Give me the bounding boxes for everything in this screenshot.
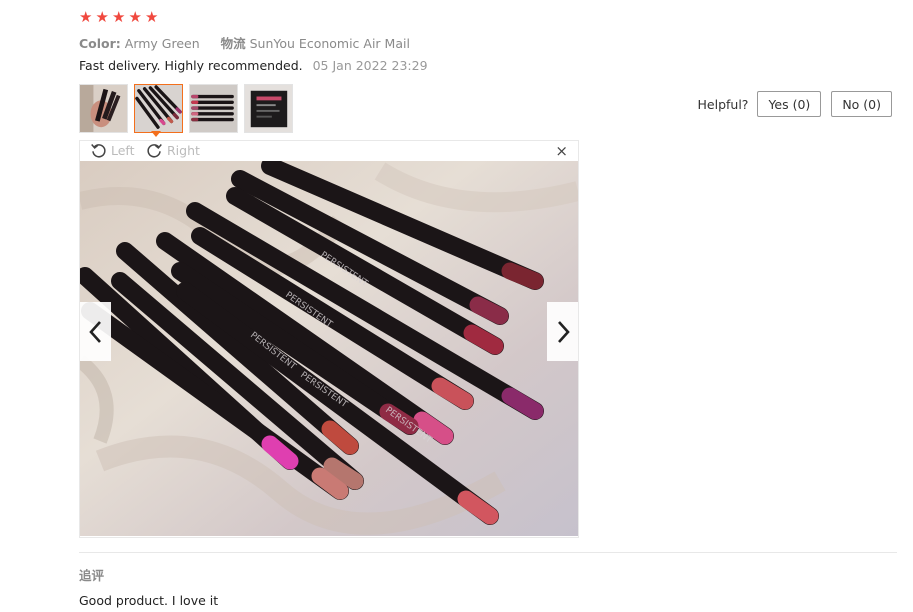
- star-icon: ★: [79, 8, 93, 26]
- color-label: Color:: [79, 36, 121, 51]
- shipping-label: 物流: [220, 36, 246, 51]
- review-date: 05 Jan 2022 23:29: [312, 58, 428, 73]
- shipping-value: SunYou Economic Air Mail: [249, 36, 410, 51]
- rotate-left-icon: [91, 144, 106, 158]
- review-body: Fast delivery. Highly recommended. 05 Ja…: [79, 58, 428, 73]
- helpful-yes-button[interactable]: Yes (0): [757, 91, 822, 117]
- rotate-right-button[interactable]: Right: [146, 142, 200, 159]
- helpful-section: Helpful? Yes (0) No (0): [698, 91, 892, 117]
- thumbnail-2[interactable]: [134, 84, 183, 133]
- thumbnail-4[interactable]: [244, 84, 293, 133]
- thumbnail-3[interactable]: [189, 84, 238, 133]
- next-image-button[interactable]: [547, 302, 578, 361]
- review-meta: Color: Army Green 物流 SunYou Economic Air…: [79, 33, 410, 52]
- lip-liner-pencils-image: PERSISTENT PERSISTENT PERSISTENT PERSIST…: [80, 161, 578, 536]
- rotate-left-button[interactable]: Left: [90, 142, 135, 159]
- thumbnail-strip: [79, 84, 293, 133]
- rating-stars: ★ ★ ★ ★ ★: [79, 9, 161, 25]
- rotate-right-icon: [147, 144, 162, 158]
- active-thumbnail-caret: [151, 131, 161, 137]
- viewer-toolbar: Left Right ×: [80, 141, 578, 161]
- helpful-label: Helpful?: [697, 96, 749, 112]
- star-icon: ★: [128, 8, 142, 26]
- rotate-left-label: Left: [111, 143, 135, 158]
- section-divider: [79, 552, 897, 553]
- star-icon: ★: [145, 8, 159, 26]
- review-photo: PERSISTENT PERSISTENT PERSISTENT PERSIST…: [80, 161, 578, 536]
- color-value: Army Green: [124, 36, 200, 51]
- star-icon: ★: [95, 8, 109, 26]
- thumbnail-1[interactable]: [79, 84, 128, 133]
- rotate-right-label: Right: [167, 143, 200, 158]
- followup-label: 追评: [79, 568, 105, 583]
- image-viewer: Left Right × PERSISTENT PERSISTENT PERSI…: [79, 140, 579, 538]
- chevron-right-icon: [557, 320, 570, 343]
- helpful-no-button[interactable]: No (0): [831, 91, 892, 117]
- previous-image-button[interactable]: [80, 302, 111, 361]
- followup-text: Good product. I love it: [79, 593, 219, 608]
- review-text: Fast delivery. Highly recommended.: [79, 58, 303, 73]
- close-icon[interactable]: ×: [555, 142, 568, 160]
- star-icon: ★: [112, 8, 126, 26]
- chevron-left-icon: [88, 320, 101, 343]
